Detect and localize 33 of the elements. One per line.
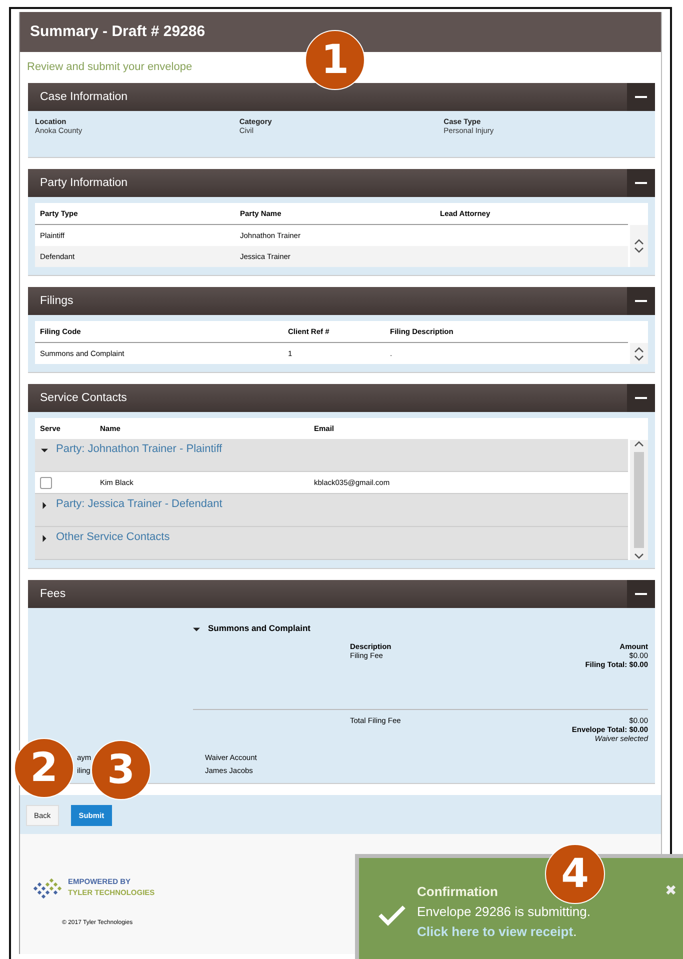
chevron-up-icon[interactable] <box>634 440 644 448</box>
chevron-up-icon[interactable] <box>634 346 644 354</box>
caret-down-icon[interactable] <box>41 447 48 454</box>
party-group-row[interactable]: Party: Jessica Trainer - Defendant <box>35 494 628 527</box>
serve-checkbox[interactable] <box>40 476 52 488</box>
collapse-button[interactable] <box>627 384 655 412</box>
section-title: Service Contacts <box>40 392 127 404</box>
toast-message: Envelope 29286 is submitting. <box>417 904 590 919</box>
chevron-down-icon[interactable] <box>634 354 644 362</box>
scrollbar[interactable] <box>630 440 648 560</box>
collapse-button[interactable] <box>627 287 655 315</box>
chevron-up-icon[interactable] <box>634 238 644 246</box>
caret-right-icon[interactable] <box>41 502 48 509</box>
section-title: Case Information <box>40 91 128 103</box>
party-group-row[interactable]: Party: Johnathon Trainer - Plaintiff <box>35 439 628 472</box>
party-group-row[interactable]: Other Service Contacts <box>35 527 628 560</box>
section-title: Filings <box>40 295 74 307</box>
checkmark-icon <box>377 904 407 926</box>
link-period: . <box>573 924 577 939</box>
caret-down-icon[interactable] <box>193 626 200 633</box>
page-subtitle: Review and submit your envelope <box>27 61 192 73</box>
section-title: Fees <box>40 588 66 600</box>
caret-right-icon[interactable] <box>41 535 48 542</box>
close-button[interactable]: ✖ <box>665 882 677 898</box>
section-title: Party Information <box>40 177 128 189</box>
chevron-down-icon[interactable] <box>634 552 644 560</box>
collapse-button[interactable] <box>627 83 655 111</box>
collapse-button[interactable] <box>627 169 655 197</box>
collapse-button[interactable] <box>627 580 655 608</box>
view-receipt-link[interactable]: Click here to view receipt <box>417 924 574 939</box>
toast-title: Confirmation <box>417 883 499 901</box>
filing-name: Summons and Complaint <box>208 622 310 632</box>
chevron-down-icon[interactable] <box>634 246 644 254</box>
